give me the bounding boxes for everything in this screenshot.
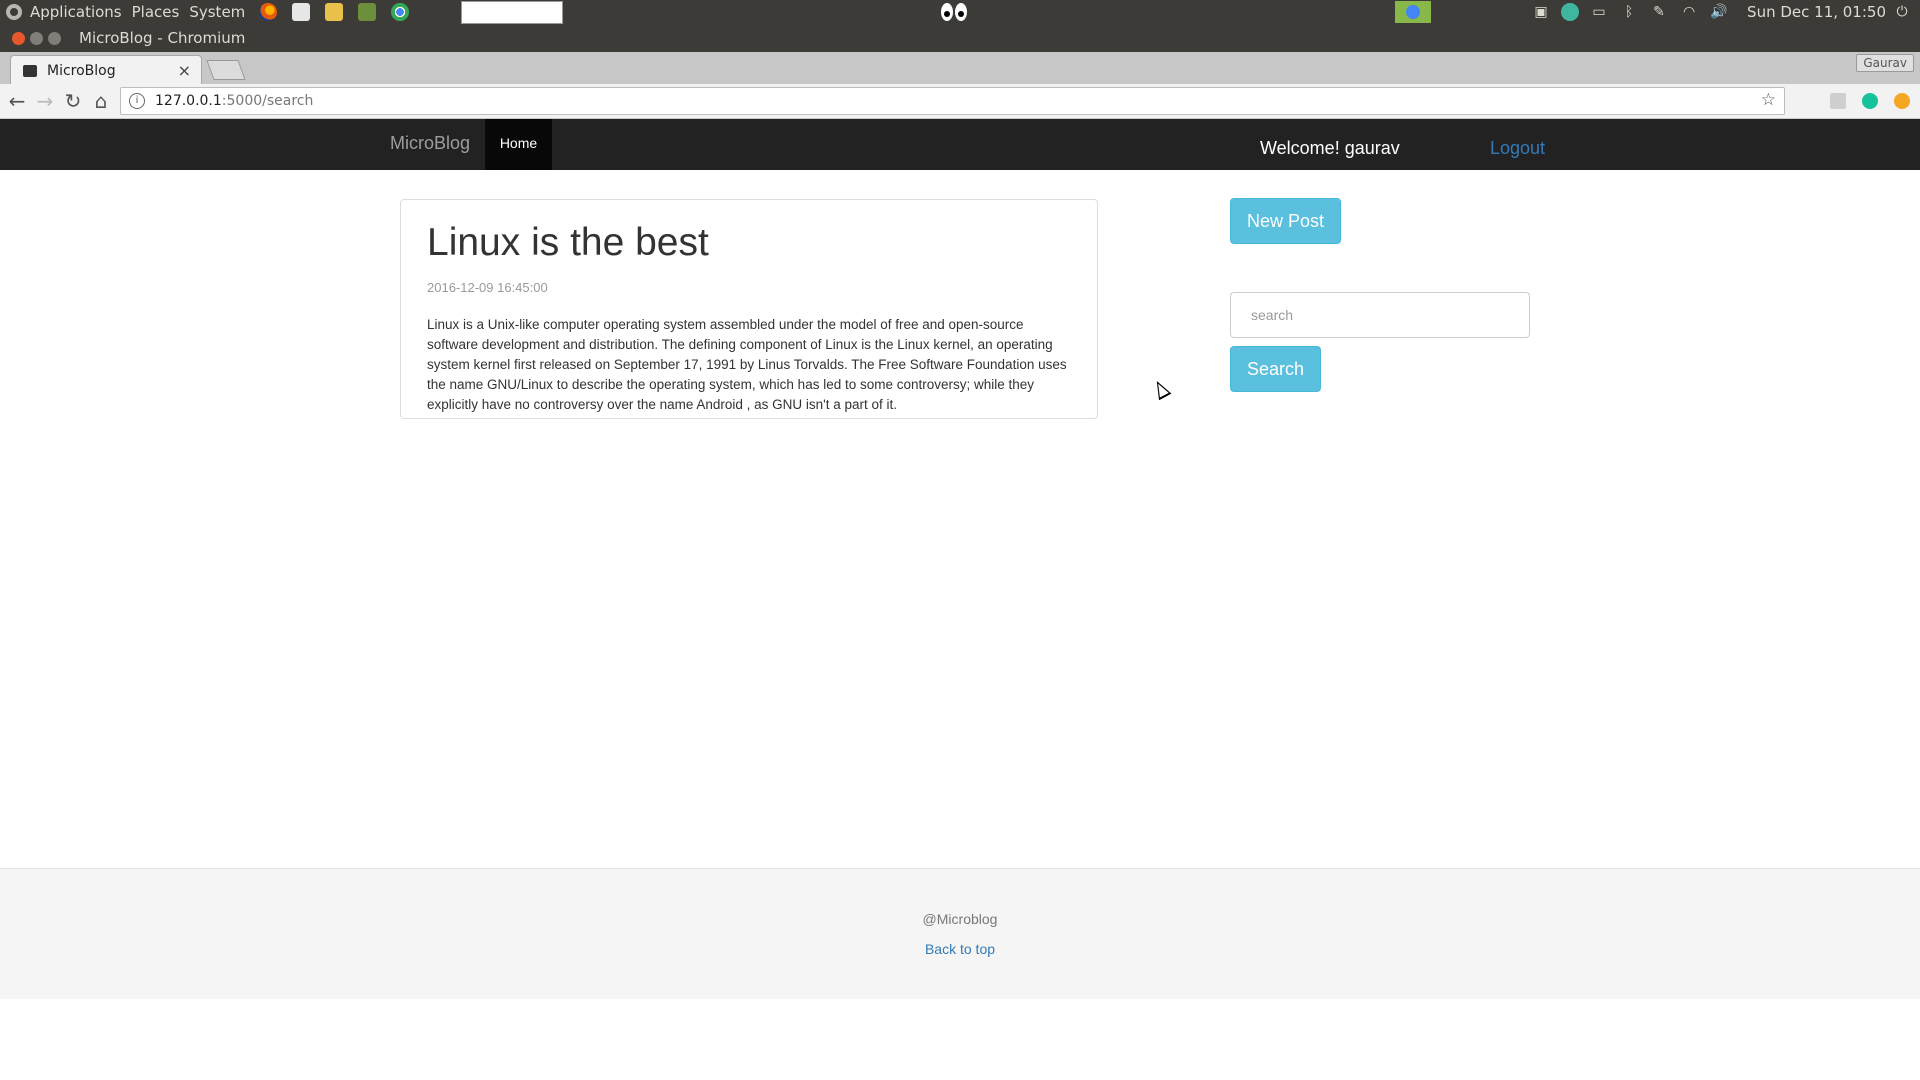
tab-title: MicroBlog bbox=[47, 62, 116, 79]
os-menu-applications[interactable]: Applications bbox=[30, 3, 122, 21]
profile-button[interactable]: Gaurav bbox=[1856, 54, 1914, 72]
address-bar[interactable]: i 127.0.0.1:5000/search ☆ bbox=[120, 87, 1785, 115]
post-body: Linux is a Unix-like computer operating … bbox=[427, 316, 1067, 412]
info-icon[interactable]: i bbox=[129, 93, 145, 109]
os-top-panel: Applications Places System ▣ ▭ ᛒ ✎ ◠ 🔊 S… bbox=[0, 0, 1920, 24]
xeyes-icon bbox=[941, 3, 969, 21]
window-maximize-icon[interactable] bbox=[48, 31, 61, 45]
site-brand[interactable]: MicroBlog bbox=[390, 133, 470, 154]
system-tray: ▣ ▭ ᛒ ✎ ◠ 🔊 Sun Dec 11, 01:50 ⏻ bbox=[1395, 0, 1912, 24]
extension-orange-icon[interactable] bbox=[1894, 93, 1910, 109]
ubuntu-logo-icon[interactable] bbox=[6, 4, 22, 20]
home-icon[interactable]: ⌂ bbox=[90, 90, 112, 112]
reload-icon[interactable]: ↻ bbox=[62, 90, 84, 112]
folder-icon[interactable] bbox=[325, 3, 344, 21]
os-menu: Applications Places System bbox=[30, 3, 255, 21]
window-title-bar: MicroBlog - Chromium bbox=[0, 24, 1920, 52]
new-tab-button[interactable] bbox=[206, 60, 246, 80]
power-icon[interactable]: ⏻ bbox=[1892, 3, 1912, 21]
post-date: 2016-12-09 16:45:00 bbox=[427, 279, 548, 295]
mouse-cursor-icon bbox=[1150, 377, 1172, 401]
back-to-top-link[interactable]: Back to top bbox=[0, 941, 1920, 957]
site-navbar: MicroBlog Home Welcome! gaurav Logout bbox=[0, 119, 1920, 170]
tray-chromium-icon[interactable] bbox=[1395, 1, 1432, 23]
logout-link[interactable]: Logout bbox=[1490, 138, 1545, 159]
nav-home-link[interactable]: Home bbox=[485, 119, 552, 170]
taskbar-window-button[interactable] bbox=[461, 1, 563, 24]
chromium-icon[interactable] bbox=[391, 3, 410, 21]
terminal-icon[interactable] bbox=[358, 3, 377, 21]
browser-tab[interactable]: MicroBlog × bbox=[10, 55, 202, 85]
os-menu-system[interactable]: System bbox=[189, 3, 245, 21]
bookmark-star-icon[interactable]: ☆ bbox=[1761, 90, 1776, 110]
os-menu-places[interactable]: Places bbox=[132, 3, 180, 21]
window-close-icon[interactable] bbox=[12, 31, 25, 45]
firefox-icon[interactable] bbox=[259, 3, 278, 21]
footer-copyright: @Microblog bbox=[922, 911, 998, 927]
search-input[interactable] bbox=[1230, 292, 1530, 338]
post-title[interactable]: Linux is the best bbox=[427, 221, 1072, 265]
volume-icon[interactable]: 🔊 bbox=[1709, 3, 1729, 21]
green-status-icon[interactable] bbox=[1561, 3, 1580, 21]
post-card: Linux is the best 2016-12-09 16:45:00 Li… bbox=[400, 199, 1098, 419]
window-title: MicroBlog - Chromium bbox=[79, 29, 246, 47]
battery-icon[interactable]: ▭ bbox=[1589, 3, 1609, 21]
screen-icon[interactable]: ▣ bbox=[1531, 3, 1551, 21]
browser-toolbar: ← → ↻ ⌂ i 127.0.0.1:5000/search ☆ bbox=[0, 84, 1920, 119]
bluetooth-icon[interactable]: ᛒ bbox=[1619, 3, 1639, 21]
back-arrow-icon[interactable]: ← bbox=[6, 90, 28, 112]
tab-close-icon[interactable]: × bbox=[178, 61, 191, 80]
wifi-icon[interactable]: ◠ bbox=[1679, 3, 1699, 21]
search-button[interactable]: Search bbox=[1230, 346, 1321, 392]
url-path: :5000/search bbox=[221, 93, 314, 109]
forward-arrow-icon[interactable]: → bbox=[34, 90, 56, 112]
site-footer: @Microblog Back to top bbox=[0, 868, 1920, 999]
tab-strip: MicroBlog × Gaurav bbox=[0, 52, 1920, 85]
new-post-button[interactable]: New Post bbox=[1230, 198, 1341, 244]
window-minimize-icon[interactable] bbox=[30, 31, 43, 45]
clock[interactable]: Sun Dec 11, 01:50 bbox=[1747, 3, 1886, 21]
welcome-text: Welcome! gaurav bbox=[1260, 138, 1400, 158]
url-host: 127.0.0.1 bbox=[155, 93, 222, 109]
favicon-icon bbox=[23, 64, 37, 77]
system-settings-icon[interactable] bbox=[292, 3, 311, 21]
extension-inbox-icon[interactable] bbox=[1830, 93, 1846, 109]
grammarly-icon[interactable] bbox=[1862, 93, 1878, 109]
paperclip-icon[interactable]: ✎ bbox=[1649, 3, 1669, 21]
